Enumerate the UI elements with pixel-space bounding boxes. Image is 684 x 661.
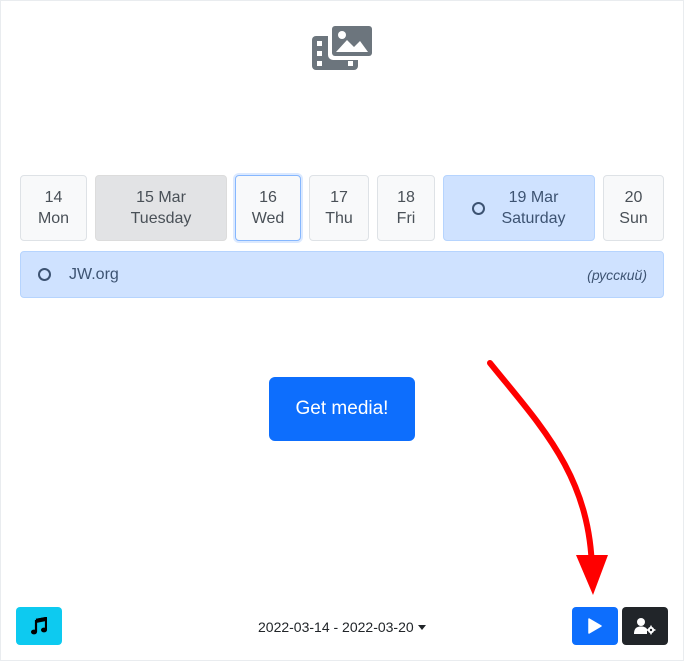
week-day-selector: 14 Mon 15 Mar Tuesday 16 Wed 17 Thu 18 F… [20,175,664,243]
day-name: Fri [396,210,416,227]
day-button-sat[interactable]: 19 Mar Saturday [443,175,595,241]
date-range-label: 2022-03-14 - 2022-03-20 [258,619,414,635]
day-number: 15 Mar [136,189,186,206]
day-name: Thu [325,210,353,227]
day-button-fri[interactable]: 18 Fri [377,175,435,241]
day-name: Sun [619,210,648,227]
day-button-thu[interactable]: 17 Thu [309,175,369,241]
day-number: 18 [397,189,415,206]
day-number: 14 [44,189,63,206]
day-name: Mon [37,210,70,227]
play-icon [588,618,602,634]
day-button-wed[interactable]: 16 Wed [235,175,301,241]
day-name: Saturday [501,210,566,227]
music-button[interactable] [16,607,62,645]
day-button-sun[interactable]: 20 Sun [603,175,664,241]
day-number: 19 Mar [508,189,559,206]
caret-down-icon [417,625,426,630]
play-button[interactable] [572,607,618,645]
music-note-icon [31,617,47,635]
day-button-tue[interactable]: 15 Mar Tuesday [95,175,227,241]
media-source-item[interactable]: JW.org (русский) [20,251,664,298]
get-media-button[interactable]: Get media! [269,377,415,441]
date-range-dropdown[interactable]: 2022-03-14 - 2022-03-20 [258,619,426,635]
day-number: 17 [330,189,348,206]
day-number: 20 [624,189,643,206]
user-gear-icon [634,618,656,635]
settings-button[interactable] [622,607,668,645]
day-name: Tuesday [130,210,192,227]
meeting-status-circle-icon [472,201,486,215]
day-name: Wed [251,210,285,227]
annotation-arrow [487,360,608,595]
day-button-mon[interactable]: 14 Mon [20,175,87,241]
source-status-circle-icon [38,268,51,281]
source-language: (русский) [587,267,647,283]
day-number: 16 [259,189,277,206]
source-label: JW.org [69,266,119,283]
media-images-icon [312,22,374,70]
